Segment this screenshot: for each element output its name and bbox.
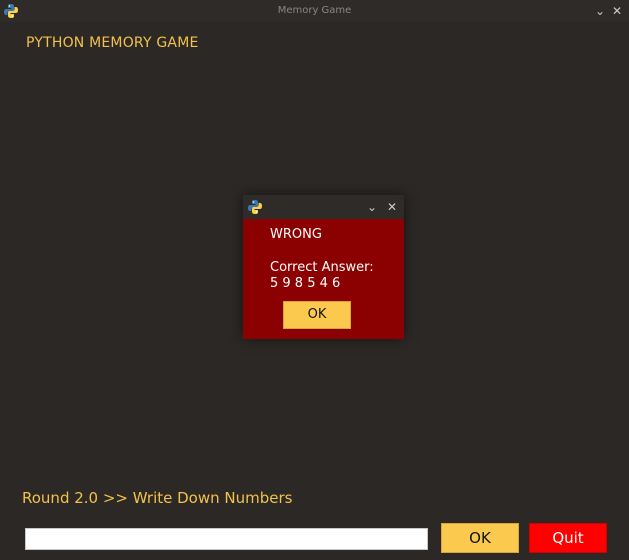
dialog-close-icon[interactable]: ✕ — [384, 199, 400, 215]
window-titlebar[interactable]: Memory Game ⌄ ✕ — [0, 0, 629, 22]
correct-answer-value: 5 9 8 5 4 6 — [270, 276, 341, 291]
dialog-body: WRONG Correct Answer: 5 9 8 5 4 6 OK — [243, 219, 404, 339]
dialog-ok-button[interactable]: OK — [283, 301, 351, 329]
correct-answer-label: Correct Answer: — [270, 260, 374, 275]
minimize-icon[interactable]: ⌄ — [592, 3, 608, 19]
dialog-minimize-icon[interactable]: ⌄ — [364, 199, 380, 215]
ok-button[interactable]: OK — [441, 523, 519, 553]
window-title: Memory Game — [277, 5, 352, 16]
quit-button[interactable]: Quit — [529, 523, 607, 553]
python-logo-icon — [248, 200, 262, 214]
result-status: WRONG — [270, 227, 322, 242]
close-icon[interactable]: ✕ — [609, 3, 625, 19]
result-dialog: ⌄ ✕ WRONG Correct Answer: 5 9 8 5 4 6 OK — [243, 195, 404, 339]
round-label: Round 2.0 >> Write Down Numbers — [22, 489, 293, 507]
dialog-titlebar[interactable]: ⌄ ✕ — [243, 195, 404, 219]
answer-input[interactable] — [25, 528, 428, 550]
app-heading: PYTHON MEMORY GAME — [26, 35, 199, 51]
